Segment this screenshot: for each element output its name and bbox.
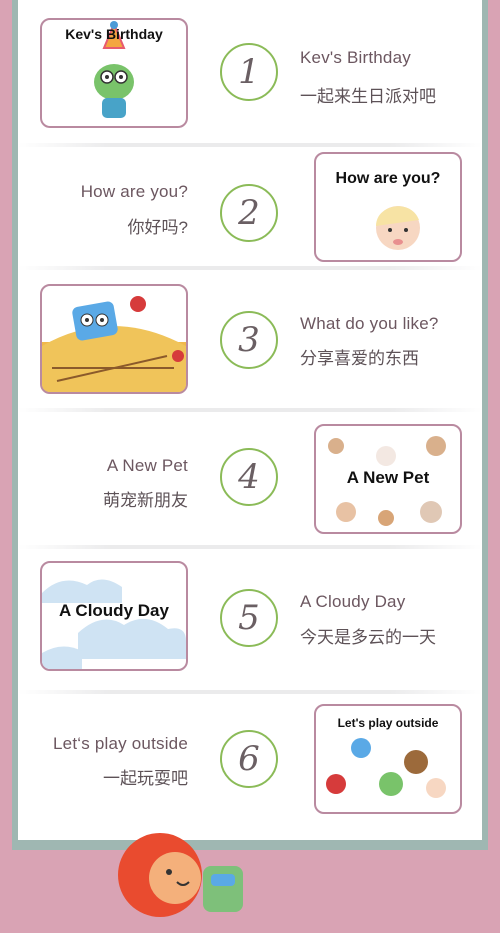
lesson-row-2[interactable]: How are you? 你好吗? 2 How are you? bbox=[18, 150, 482, 290]
lesson-5-thumbnail[interactable]: A Cloudy Day bbox=[40, 561, 188, 671]
bird-in-leaves-icon bbox=[42, 296, 186, 392]
lesson-6-thumbnail[interactable]: Let's play outside bbox=[314, 704, 462, 814]
lesson-row-6[interactable]: Let‘s play outside 一起玩耍吧 6 Let's play ou… bbox=[18, 700, 482, 840]
lesson-1-card-title: Kev's Birthday bbox=[65, 26, 163, 42]
lesson-4-card-title: A New Pet bbox=[346, 468, 430, 487]
lesson-row-1[interactable]: Kev's Birthday 1 Kev's Birthday 一起来生日派对吧 bbox=[18, 10, 482, 150]
lesson-row-5[interactable]: A Cloudy Day 5 A Cloudy Day 今天是多云的一天 bbox=[18, 555, 482, 695]
lesson-1-number: 1 bbox=[220, 43, 278, 101]
lesson-1-title-en: Kev's Birthday bbox=[300, 48, 411, 67]
lesson-1-thumbnail[interactable]: Kev's Birthday bbox=[40, 18, 188, 128]
lesson-4-number: 4 bbox=[220, 448, 278, 506]
lesson-5-card-title: A Cloudy Day bbox=[59, 601, 169, 620]
lesson-3-thumbnail[interactable] bbox=[40, 284, 188, 394]
lesson-6-card-title: Let's play outside bbox=[337, 716, 439, 730]
lesson-3-number: 3 bbox=[220, 311, 278, 369]
lesson-5-number: 5 bbox=[220, 589, 278, 647]
lesson-row-4[interactable]: A New Pet 萌宠新朋友 4 A New Pet bbox=[18, 416, 482, 556]
lesson-row-3[interactable]: 3 What do you like? 分享喜爱的东西 bbox=[18, 278, 482, 418]
lesson-5-title-cn: 今天是多云的一天 bbox=[300, 628, 436, 647]
lesson-2-thumbnail[interactable]: How are you? bbox=[314, 152, 462, 262]
lesson-1-title-cn: 一起来生日派对吧 bbox=[300, 87, 436, 106]
lesson-6-title-en: Let‘s play outside bbox=[53, 734, 188, 753]
lesson-2-number: 2 bbox=[220, 184, 278, 242]
lesson-4-thumbnail[interactable]: A New Pet bbox=[314, 424, 462, 534]
lesson-5-title-en: A Cloudy Day bbox=[300, 592, 406, 611]
lesson-2-card-title: How are you? bbox=[335, 170, 441, 187]
lesson-3-title-en: What do you like? bbox=[300, 314, 439, 333]
lesson-6-number: 6 bbox=[220, 730, 278, 788]
hedgehog-with-backpack-icon bbox=[118, 833, 243, 917]
lesson-2-title-en: How are you? bbox=[80, 182, 188, 201]
lesson-2-title-cn: 你好吗? bbox=[127, 218, 188, 237]
lesson-4-title-en: A New Pet bbox=[106, 456, 188, 475]
lesson-6-title-cn: 一起玩耍吧 bbox=[103, 769, 188, 788]
lesson-4-title-cn: 萌宠新朋友 bbox=[103, 491, 188, 510]
lesson-3-title-cn: 分享喜爱的东西 bbox=[300, 349, 419, 368]
